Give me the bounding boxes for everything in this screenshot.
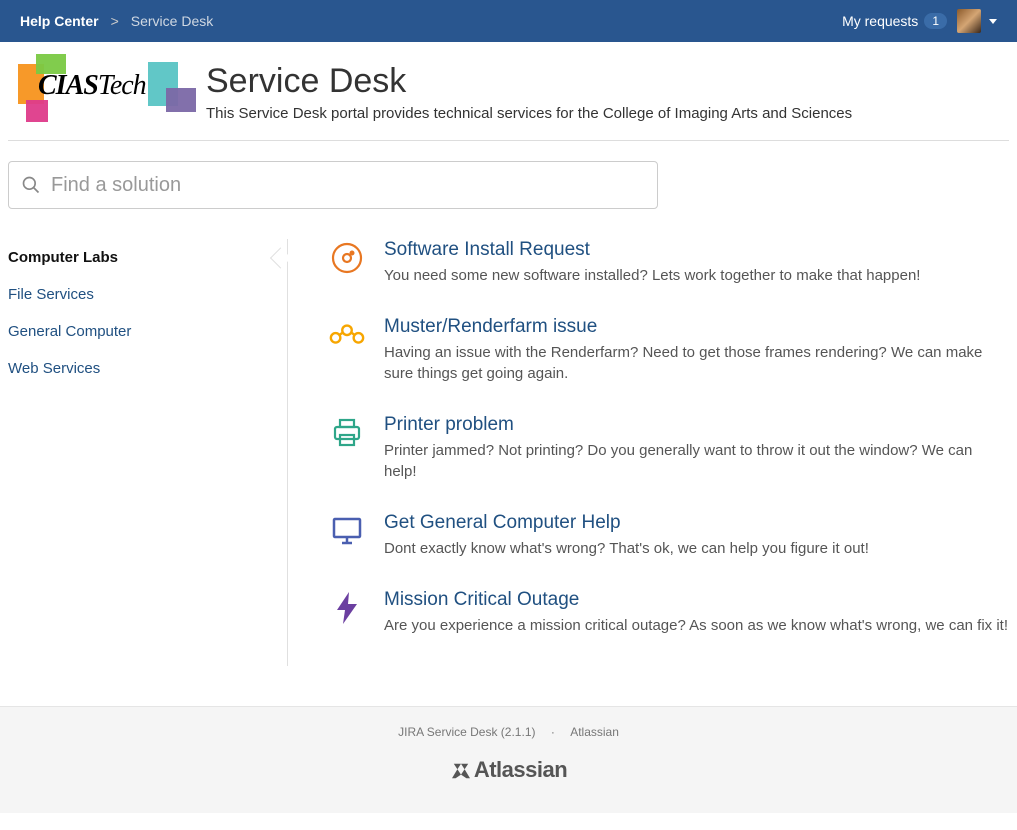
breadcrumb-separator: >: [111, 13, 119, 29]
request-title[interactable]: Get General Computer Help: [384, 512, 869, 534]
logo-text-thin: Tech: [98, 70, 146, 101]
atlassian-logo: Atlassian: [0, 757, 1017, 783]
chevron-down-icon: [989, 19, 997, 24]
logo-text-bold: CIAS: [38, 70, 98, 101]
footer-company-link[interactable]: Atlassian: [570, 725, 619, 739]
request-title[interactable]: Muster/Renderfarm issue: [384, 316, 1009, 338]
my-requests-label: My requests: [842, 13, 918, 29]
request-description: Having an issue with the Renderfarm? Nee…: [384, 342, 1009, 384]
gears-icon: [328, 316, 366, 354]
atlassian-mark-icon: [450, 762, 472, 780]
request-description: You need some new software installed? Le…: [384, 265, 920, 286]
request-type-item[interactable]: Get General Computer Help Dont exactly kn…: [328, 512, 1009, 559]
header-section: CIASTech Service Desk This Service Desk …: [8, 42, 1009, 141]
top-right-controls: My requests 1: [842, 9, 997, 33]
sidebar-item-computer-labs[interactable]: Computer Labs: [8, 239, 267, 276]
footer: JIRA Service Desk (2.1.1) · Atlassian At…: [0, 706, 1017, 813]
request-description: Are you experience a mission critical ou…: [384, 615, 1008, 636]
footer-product[interactable]: JIRA Service Desk (2.1.1): [398, 725, 535, 739]
avatar-icon: [957, 9, 981, 33]
search-icon: [21, 175, 41, 195]
request-description: Printer jammed? Not printing? Do you gen…: [384, 440, 1009, 482]
portal-logo: CIASTech: [18, 62, 188, 118]
request-type-list: Software Install Request You need some ne…: [288, 239, 1009, 666]
request-title[interactable]: Mission Critical Outage: [384, 589, 1008, 611]
page-subtitle: This Service Desk portal provides techni…: [206, 105, 852, 122]
request-type-item[interactable]: Muster/Renderfarm issue Having an issue w…: [328, 316, 1009, 384]
breadcrumb-home-link[interactable]: Help Center: [20, 13, 99, 29]
request-type-item[interactable]: Software Install Request You need some ne…: [328, 239, 1009, 286]
search-box[interactable]: [8, 161, 658, 209]
category-sidebar: Computer LabsFile ServicesGeneral Comput…: [8, 239, 288, 666]
breadcrumb-current: Service Desk: [131, 13, 213, 29]
breadcrumb: Help Center > Service Desk: [20, 13, 213, 29]
printer-icon: [328, 414, 366, 452]
request-description: Dont exactly know what's wrong? That's o…: [384, 538, 869, 559]
my-requests-link[interactable]: My requests 1: [842, 13, 947, 29]
top-bar: Help Center > Service Desk My requests 1: [0, 0, 1017, 42]
request-title[interactable]: Printer problem: [384, 414, 1009, 436]
sidebar-item-web-services[interactable]: Web Services: [8, 350, 267, 387]
cd-icon: [328, 239, 366, 277]
request-count-badge: 1: [924, 13, 947, 29]
footer-dot: ·: [551, 725, 555, 739]
sidebar-item-general-computer[interactable]: General Computer: [8, 313, 267, 350]
page-title: Service Desk: [206, 62, 852, 101]
request-type-item[interactable]: Printer problem Printer jammed? Not print…: [328, 414, 1009, 482]
request-title[interactable]: Software Install Request: [384, 239, 920, 261]
sidebar-item-file-services[interactable]: File Services: [8, 276, 267, 313]
lightning-icon: [328, 589, 366, 627]
monitor-icon: [328, 512, 366, 550]
search-input[interactable]: [51, 174, 645, 197]
request-type-item[interactable]: Mission Critical Outage Are you experienc…: [328, 589, 1009, 636]
user-menu[interactable]: [957, 9, 997, 33]
